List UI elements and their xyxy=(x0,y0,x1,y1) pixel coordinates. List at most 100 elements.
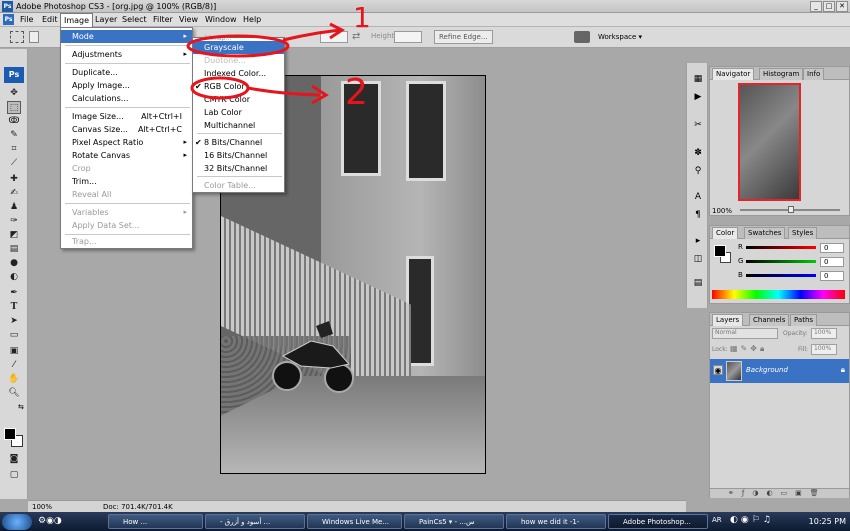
taskbar-item[interactable]: PainCs5 ▾ - ...س xyxy=(404,514,504,529)
opacity-field[interactable]: 100% xyxy=(811,328,837,339)
menu-item-canvas-size[interactable]: Canvas Size... Alt+Ctrl+C xyxy=(61,123,192,136)
lock-icons[interactable]: ▦✎✥🔒︎ xyxy=(730,344,767,354)
swap-colors-icon[interactable]: ⇆ xyxy=(18,403,24,411)
channel-b-slider[interactable] xyxy=(746,274,816,277)
brush-tool-icon[interactable]: ✍ xyxy=(7,187,21,200)
slice-tool-icon[interactable]: ⟋ xyxy=(7,157,21,170)
clone-stamp-tool-icon[interactable]: ♟ xyxy=(7,201,21,214)
shape-tool-icon[interactable]: ▭ xyxy=(7,329,21,342)
blend-mode-select[interactable]: Normal xyxy=(712,328,778,339)
menu-item-duplicate[interactable]: Duplicate... xyxy=(61,66,192,79)
menu-item-lab-color[interactable]: Lab Color xyxy=(193,106,284,119)
brushes-icon[interactable]: ✽ xyxy=(692,147,704,159)
menu-item-apply-image[interactable]: Apply Image... xyxy=(61,79,192,92)
taskbar-item[interactable]: Windows Live Me... xyxy=(307,514,402,529)
eye-visibility-icon[interactable]: ◉ xyxy=(713,365,723,375)
notes-tool-icon[interactable]: ▣ xyxy=(7,345,21,358)
lasso-tool-icon[interactable]: ↂ xyxy=(7,115,21,128)
channel-g-slider[interactable] xyxy=(746,260,816,263)
taskbar-item[interactable]: - أسود و أزرق ... xyxy=(205,514,305,529)
tray-icons[interactable]: ◐◉⚐♫ xyxy=(730,515,774,525)
dodge-tool-icon[interactable]: ◐ xyxy=(7,271,21,284)
menu-image[interactable]: Image xyxy=(60,13,94,27)
eraser-tool-icon[interactable]: ◩ xyxy=(7,229,21,242)
app-menu-icon[interactable]: Ps xyxy=(3,14,14,25)
tab-navigator[interactable]: Navigator xyxy=(712,68,755,80)
tab-info[interactable]: Info xyxy=(803,68,825,80)
layer-comps-icon[interactable]: ▤ xyxy=(692,277,704,289)
actions-icon[interactable]: ▸ xyxy=(692,235,704,247)
tool-presets-icon[interactable]: ✂ xyxy=(692,119,704,131)
tab-swatches[interactable]: Swatches xyxy=(744,227,786,239)
color-fg-swatch[interactable] xyxy=(714,245,726,257)
channel-r-value[interactable]: 0 xyxy=(820,243,844,253)
tab-paths[interactable]: Paths xyxy=(790,314,818,326)
camera-icon[interactable] xyxy=(574,31,590,43)
menu-item-16-bits[interactable]: 16 Bits/Channel xyxy=(193,149,284,162)
maximize-button[interactable]: □ xyxy=(823,1,835,12)
tab-styles[interactable]: Styles xyxy=(788,227,818,239)
height-field[interactable] xyxy=(394,31,422,43)
close-button[interactable]: ✕ xyxy=(836,1,848,12)
quick-mask-icon[interactable]: ◙ xyxy=(7,453,21,466)
menu-help[interactable]: Help xyxy=(240,13,264,27)
channel-r-slider[interactable] xyxy=(746,246,816,249)
move-tool-icon[interactable]: ✥ xyxy=(7,87,21,100)
menu-item-8-bits[interactable]: ✔ 8 Bits/Channel xyxy=(193,136,284,149)
menu-window[interactable]: Window xyxy=(202,13,240,27)
menu-item-cmyk-color[interactable]: CMYK Color xyxy=(193,93,284,106)
navigator-preview[interactable] xyxy=(738,83,801,201)
layer-row-background[interactable]: ◉ Background 🔒︎ xyxy=(710,359,849,383)
type-tool-icon[interactable]: T xyxy=(7,301,21,314)
menu-item-multichannel[interactable]: Multichannel xyxy=(193,119,284,132)
menu-item-trim[interactable]: Trim... xyxy=(61,175,192,188)
clone-source-icon[interactable]: ⚲ xyxy=(692,165,704,177)
menu-file[interactable]: File xyxy=(17,13,36,27)
menu-select[interactable]: Select xyxy=(119,13,150,27)
gradient-tool-icon[interactable]: ▤ xyxy=(7,243,21,256)
navigator-icon[interactable]: ▦ xyxy=(692,73,704,85)
navigator-zoom[interactable]: 100% xyxy=(712,207,732,215)
refine-edge-button[interactable]: Refine Edge... xyxy=(434,30,493,44)
hand-tool-icon[interactable]: ✋ xyxy=(7,373,21,386)
status-doc-info[interactable]: Doc: 701.4K/701.4K xyxy=(103,502,173,512)
menu-edit[interactable]: Edit xyxy=(39,13,61,27)
menu-item-indexed-color[interactable]: Indexed Color... xyxy=(193,67,284,80)
quick-select-tool-icon[interactable]: ✎ xyxy=(7,129,21,142)
taskbar-clock[interactable]: 10:25 PM xyxy=(809,514,846,529)
screen-mode-icon[interactable]: ▢ xyxy=(7,469,21,482)
path-selection-tool-icon[interactable]: ➤ xyxy=(7,315,21,328)
paragraph-icon[interactable]: ¶ xyxy=(692,209,704,221)
menu-item-grayscale[interactable]: Grayscale xyxy=(193,41,284,54)
pen-tool-icon[interactable]: ✒ xyxy=(7,287,21,300)
character-icon[interactable]: A xyxy=(692,191,704,203)
histogram-icon[interactable]: ▶ xyxy=(692,91,704,103)
history-icon[interactable]: ◫ xyxy=(692,253,704,265)
history-brush-tool-icon[interactable]: ✑ xyxy=(7,215,21,228)
workspace-menu[interactable]: Workspace ▾ xyxy=(598,31,642,43)
layer-name[interactable]: Background xyxy=(746,366,788,374)
width-field[interactable] xyxy=(320,31,348,43)
color-spectrum-bar[interactable] xyxy=(712,290,845,299)
marquee-tool-preset-icon[interactable] xyxy=(10,31,24,43)
healing-brush-tool-icon[interactable]: ✚ xyxy=(7,173,21,186)
quick-launch-icons[interactable]: ⚙◉◑ xyxy=(38,516,62,526)
navigator-zoom-handle[interactable] xyxy=(788,206,794,213)
menu-layer[interactable]: Layer xyxy=(92,13,120,27)
tab-layers[interactable]: Layers xyxy=(712,314,744,326)
menu-item-rgb-color[interactable]: ✔ RGB Color xyxy=(193,80,284,93)
channel-g-value[interactable]: 0 xyxy=(820,257,844,267)
marquee-tool-icon[interactable]: ⬚ xyxy=(7,101,21,114)
taskbar-item[interactable]: how we did it -1- xyxy=(506,514,606,529)
menu-item-calculations[interactable]: Calculations... xyxy=(61,92,192,105)
tab-histogram[interactable]: Histogram xyxy=(759,68,804,80)
tab-channels[interactable]: Channels xyxy=(749,314,790,326)
menu-item-rotate-canvas[interactable]: Rotate Canvas ▸ xyxy=(61,149,192,162)
tab-color[interactable]: Color xyxy=(712,227,739,239)
start-button[interactable] xyxy=(2,514,32,530)
zoom-tool-icon[interactable]: 🔍︎ xyxy=(7,387,21,400)
tool-preset-dropdown[interactable] xyxy=(29,31,39,43)
eyedropper-tool-icon[interactable]: ⁄ xyxy=(7,359,21,372)
fill-field[interactable]: 100% xyxy=(811,344,837,355)
crop-tool-icon[interactable]: ⌗ xyxy=(7,143,21,156)
